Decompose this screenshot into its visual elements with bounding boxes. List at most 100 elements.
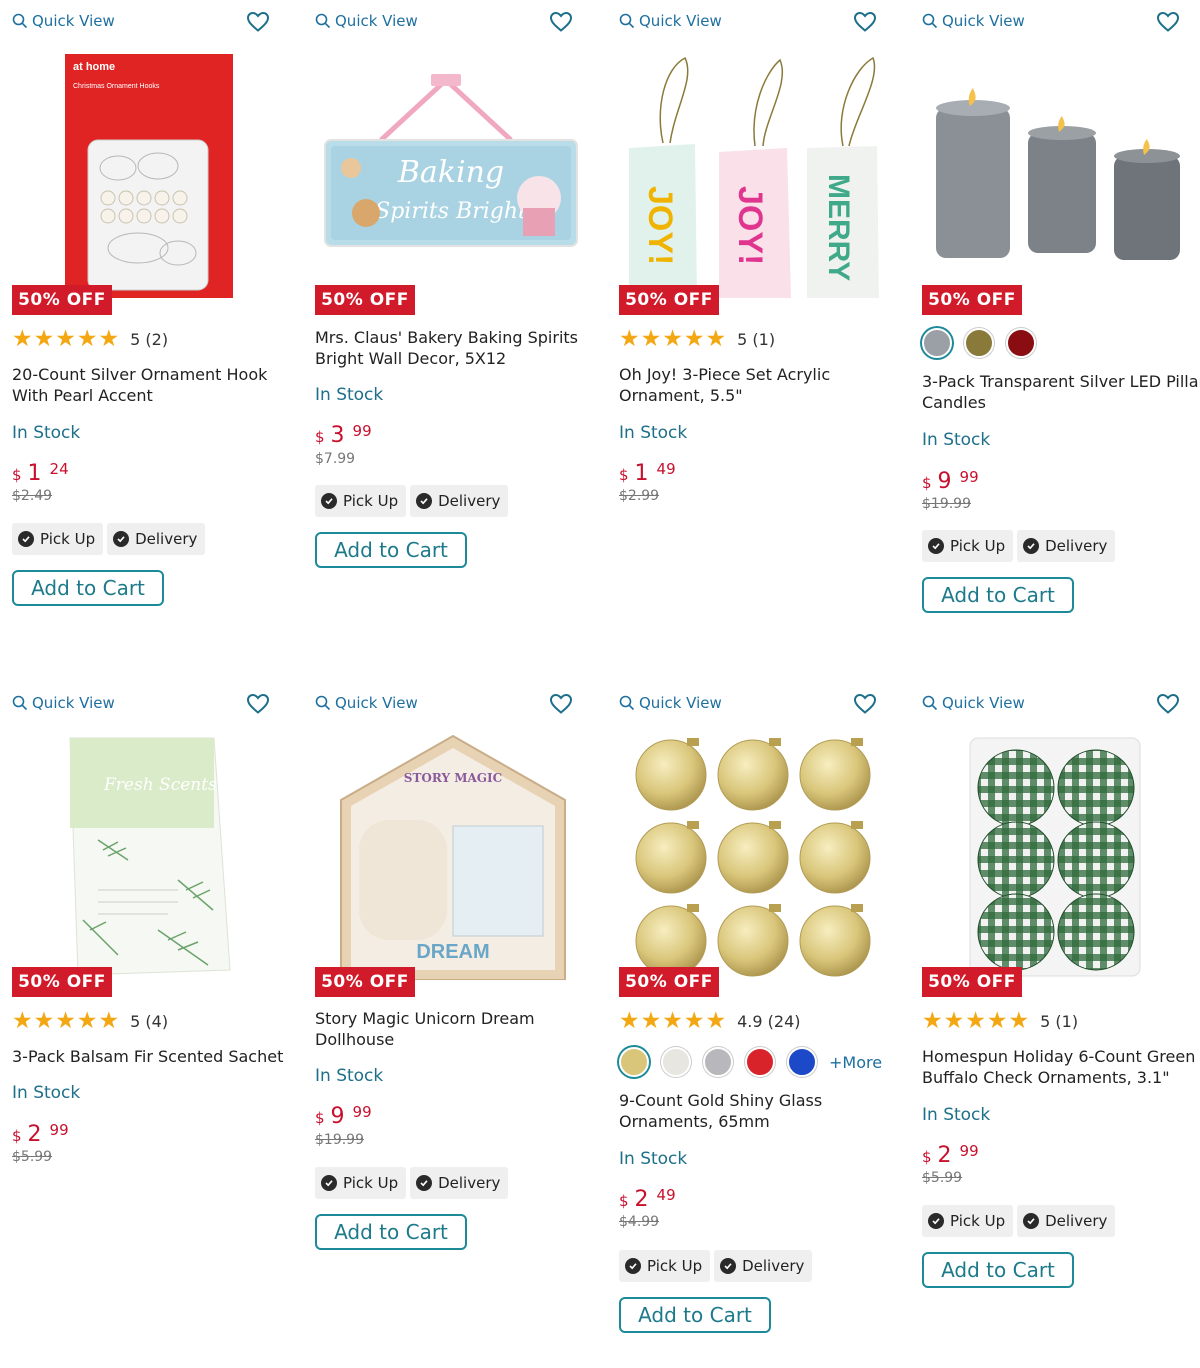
product-image[interactable]: Fresh Scents [8,730,298,980]
star-icon: ★ [33,326,55,352]
stock-status: In Stock [12,423,81,443]
delivery-option[interactable]: Delivery [1017,1205,1116,1237]
pick-up-option[interactable]: Pick Up [315,1167,407,1199]
pick-up-label: Pick Up [343,492,399,510]
stock-status: In Stock [315,385,384,405]
check-icon [18,531,34,547]
quick-view-link[interactable]: Quick View [619,12,722,30]
package-text: Fresh Scents [103,775,217,795]
discount-badge: 50% OFF [315,285,415,315]
check-icon [928,1213,944,1229]
color-swatch[interactable] [787,1047,817,1077]
quick-view-link[interactable]: Quick View [922,694,1025,712]
delivery-option[interactable]: Delivery [1017,530,1116,562]
product-title[interactable]: 3-Pack Balsam Fir Scented Sachet [12,1046,296,1067]
sale-price: $ 2 99 [922,1142,979,1168]
price-dollars: 1 [634,461,649,486]
pick-up-option[interactable]: Pick Up [922,530,1014,562]
price-cents: 99 [49,1121,69,1139]
tag-text-1: JOY! [641,186,679,265]
product-title[interactable]: Mrs. Claus' Bakery Baking Spirits Bright… [315,327,599,369]
product-image[interactable]: Baking Spirits Bright [311,48,601,298]
product-title[interactable]: 20-Count Silver Ornament Hook With Pearl… [12,364,296,406]
product-title[interactable]: Oh Joy! 3-Piece Set Acrylic Ornament, 5.… [619,364,903,406]
product-title[interactable]: 3-Pack Transparent Silver LED Pillar Can… [922,371,1200,413]
sale-price: $ 2 49 [619,1186,676,1212]
wishlist-heart-icon[interactable] [1156,692,1180,716]
delivery-option[interactable]: Delivery [714,1250,813,1282]
pick-up-option[interactable]: Pick Up [12,523,104,555]
color-swatch[interactable] [745,1047,775,1077]
color-swatch[interactable] [661,1047,691,1077]
rating-text[interactable]: 5 (1) [1040,1012,1078,1031]
pick-up-label: Pick Up [40,530,96,548]
product-image[interactable] [918,730,1200,980]
quick-view-link[interactable]: Quick View [315,694,418,712]
more-colors-link[interactable]: +More [829,1053,882,1072]
color-swatch[interactable] [922,328,952,358]
product-image[interactable]: STORY MAGIC DREAM [311,730,601,980]
color-swatch[interactable] [619,1047,649,1077]
check-icon [113,531,130,547]
color-swatch[interactable] [964,328,994,358]
check-icon [416,1175,433,1191]
star-icon: ★ [683,1008,705,1034]
quick-view-link[interactable]: Quick View [12,12,115,30]
pick-up-label: Pick Up [950,1212,1006,1230]
add-to-cart-button[interactable]: Add to Cart [12,570,164,606]
original-price: $2.49 [12,488,53,504]
product-title[interactable]: 9-Count Gold Shiny Glass Ornaments, 65mm [619,1090,903,1132]
pick-up-option[interactable]: Pick Up [922,1205,1014,1237]
pick-up-option[interactable]: Pick Up [619,1250,711,1282]
wishlist-heart-icon[interactable] [853,10,877,34]
add-to-cart-button[interactable]: Add to Cart [315,532,467,568]
original-price: $19.99 [315,1132,364,1148]
box-bottom-text: DREAM [416,941,489,963]
fulfillment-options: Pick Up Delivery [922,530,1116,562]
package-brand: at home [73,61,115,73]
product-grid: Quick View at home Christmas Ornament Ho… [0,0,1200,1368]
delivery-label: Delivery [1045,537,1108,555]
price-dollars: 9 [937,469,952,494]
rating-text[interactable]: 4.9 (24) [737,1012,800,1031]
product-image[interactable] [918,48,1200,298]
color-swatch[interactable] [703,1047,733,1077]
quick-view-link[interactable]: Quick View [315,12,418,30]
product-image[interactable]: JOY! JOY! MERRY [615,48,905,298]
wishlist-heart-icon[interactable] [549,692,573,716]
delivery-option[interactable]: Delivery [410,485,509,517]
star-icon: ★ [76,326,98,352]
product-image[interactable] [615,730,905,980]
delivery-option[interactable]: Delivery [410,1167,509,1199]
quick-view-link[interactable]: Quick View [12,694,115,712]
currency-symbol: $ [12,466,22,484]
quick-view-link[interactable]: Quick View [922,12,1025,30]
product-title[interactable]: Story Magic Unicorn Dream Dollhouse [315,1008,599,1050]
add-to-cart-button[interactable]: Add to Cart [619,1297,771,1333]
product-image[interactable]: at home Christmas Ornament Hooks [8,48,298,298]
check-icon [321,1175,337,1191]
wishlist-heart-icon[interactable] [549,10,573,34]
add-to-cart-button[interactable]: Add to Cart [922,1252,1074,1288]
quick-view-link[interactable]: Quick View [619,694,722,712]
rating-text[interactable]: 5 (1) [737,330,775,349]
price-dollars: 2 [634,1187,649,1212]
sale-price: $ 1 49 [619,460,676,486]
wishlist-heart-icon[interactable] [1156,10,1180,34]
rating-text[interactable]: 5 (2) [130,330,168,349]
price-cents: 99 [959,468,979,486]
add-to-cart-button[interactable]: Add to Cart [315,1214,467,1250]
wishlist-heart-icon[interactable] [853,692,877,716]
product-title[interactable]: Homespun Holiday 6-Count Green Buffalo C… [922,1046,1200,1088]
add-to-cart-button[interactable]: Add to Cart [922,577,1074,613]
pick-up-option[interactable]: Pick Up [315,485,407,517]
color-swatch[interactable] [1006,328,1036,358]
star-icon: ★ [619,326,640,352]
rating-text[interactable]: 5 (4) [130,1012,168,1031]
delivery-option[interactable]: Delivery [107,523,206,555]
fulfillment-options: Pick Up Delivery [315,1167,509,1199]
sale-price: $ 1 24 [12,460,69,486]
delivery-label: Delivery [438,1174,501,1192]
wishlist-heart-icon[interactable] [246,692,270,716]
wishlist-heart-icon[interactable] [246,10,270,34]
